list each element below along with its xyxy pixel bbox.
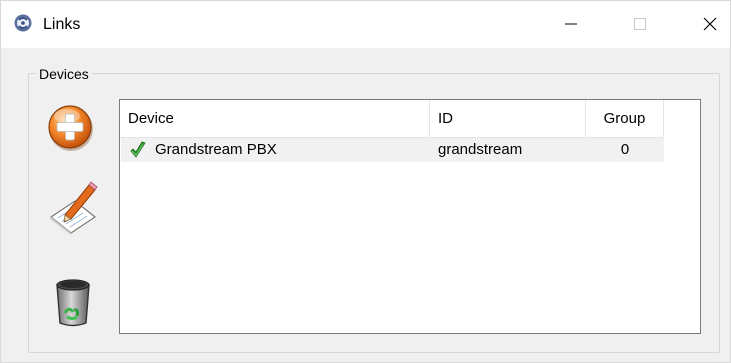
devices-list-header: Device ID Group	[120, 100, 664, 138]
column-header-device[interactable]: Device	[120, 100, 430, 137]
minimize-button[interactable]	[548, 1, 594, 47]
edit-device-icon	[49, 181, 98, 235]
maximize-icon	[634, 18, 646, 30]
recycle-bin-icon	[56, 279, 90, 327]
close-button[interactable]	[687, 1, 731, 47]
devices-group-label: Devices	[36, 65, 92, 83]
green-check-icon	[130, 141, 146, 158]
device-group: 0	[620, 141, 630, 158]
column-header-group[interactable]: Group	[586, 100, 664, 137]
delete-device-button[interactable]	[45, 273, 101, 329]
title-bar[interactable]: Links	[1, 1, 730, 48]
close-icon	[703, 17, 717, 31]
app-icon	[14, 14, 32, 32]
minimize-icon	[565, 23, 577, 25]
column-header-id[interactable]: ID	[430, 100, 586, 137]
add-device-button[interactable]	[43, 99, 99, 155]
edit-device-button[interactable]	[45, 181, 101, 237]
add-device-icon	[48, 105, 93, 151]
devices-list[interactable]: Device ID Group Grandstream PBX grandstr…	[119, 99, 701, 334]
window-title: Links	[43, 16, 81, 33]
device-name: Grandstream PBX	[155, 141, 277, 158]
links-window: Links Devices Device ID Group Grandstrea…	[0, 0, 731, 363]
maximize-button[interactable]	[617, 1, 663, 47]
table-row[interactable]: Grandstream PBX grandstream 0	[121, 138, 664, 162]
device-id: grandstream	[438, 141, 523, 158]
